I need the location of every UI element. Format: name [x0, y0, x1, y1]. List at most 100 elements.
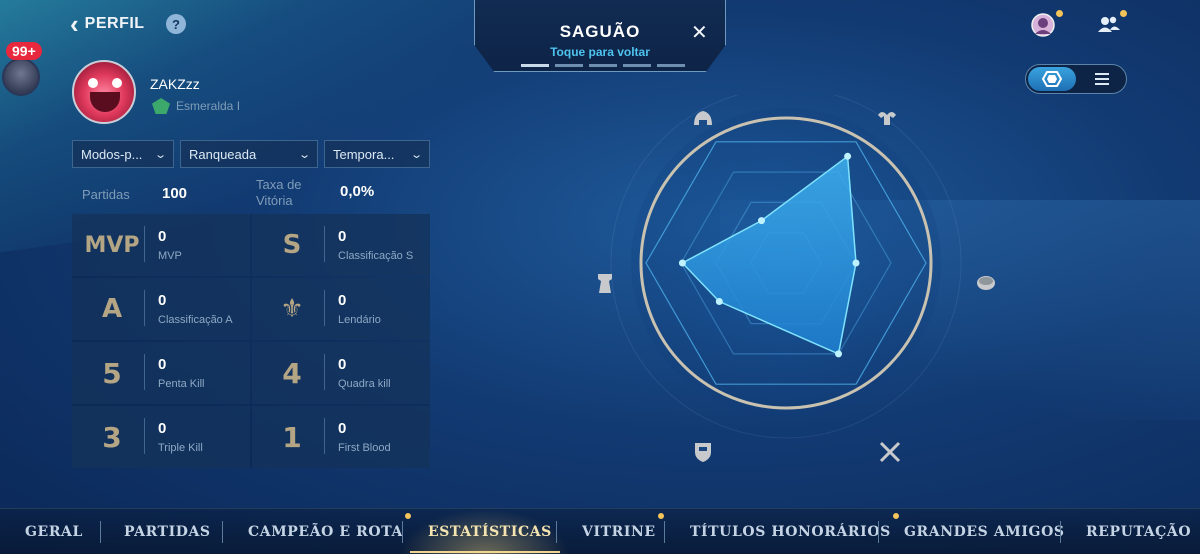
- rank-label: Esmeralda I: [176, 99, 241, 113]
- divider: [100, 521, 101, 543]
- divider: [144, 418, 145, 454]
- season-filter-dropdown[interactable]: Tempora... ⌄: [324, 140, 430, 168]
- s-rank-icon: S: [282, 230, 302, 260]
- winrate-value: 0,0%: [340, 183, 375, 200]
- friends-icon: [1098, 16, 1120, 32]
- dropdown-value: Tempora...: [333, 146, 395, 162]
- stat-value: 0: [338, 292, 347, 309]
- tab-label: VITRINE: [582, 524, 656, 540]
- stat-value: 0: [158, 292, 167, 309]
- stat-value: 0: [158, 356, 167, 373]
- dropdown-value: Ranqueada: [189, 146, 257, 162]
- divider: [402, 521, 403, 543]
- a-rank-icon: A: [101, 294, 123, 324]
- notification-avatar-button[interactable]: 99+: [0, 40, 44, 96]
- stat-triple-kill: 3 0 Triple Kill: [72, 406, 250, 468]
- lobby-title: SAGUÃO: [559, 22, 641, 41]
- winrate-label-line: Vitória: [256, 193, 293, 208]
- first-blood-icon: 1: [282, 420, 302, 454]
- back-label: PERFIL: [84, 15, 145, 32]
- stat-label: Quadra kill: [338, 378, 391, 390]
- progress-segment: [657, 64, 685, 67]
- matches-value: 100: [162, 185, 188, 202]
- avatar-eye: [112, 78, 122, 88]
- stat-legendary: ⚜ 0 Lendário: [252, 278, 430, 340]
- legendary-icon: ⚜: [280, 294, 304, 324]
- tab-label: GERAL: [25, 524, 83, 540]
- divider: [324, 354, 325, 390]
- stat-value: 0: [338, 420, 347, 437]
- tab-vitrine[interactable]: VITRINE: [582, 509, 664, 554]
- close-icon[interactable]: ✕: [691, 20, 708, 45]
- avatar: [2, 58, 40, 96]
- triple-kill-icon: 3: [102, 420, 122, 454]
- stat-penta-kill: 5 0 Penta Kill: [72, 342, 250, 404]
- stat-s-rank: S 0 Classificação S: [252, 214, 430, 276]
- tab-label: ESTATÍSTICAS: [428, 524, 552, 540]
- tower-icon: [598, 274, 612, 293]
- emerald-rank-icon: [152, 98, 170, 114]
- divider: [144, 354, 145, 390]
- stat-value: 0: [158, 420, 167, 437]
- rank-display: Esmeralda I: [152, 98, 240, 114]
- stat-label: Classificação A: [158, 314, 233, 326]
- radar-chart: [598, 95, 995, 463]
- progress-segment: [521, 64, 549, 67]
- tab-label: REPUTAÇÃO: [1086, 524, 1192, 540]
- lobby-subtitle: Toque para voltar: [550, 45, 650, 59]
- tab-titulos-honorarios[interactable]: TÍTULOS HONORÁRIOS: [690, 509, 899, 554]
- player-name: ZAKZzz: [150, 76, 200, 92]
- divider: [556, 521, 557, 543]
- help-icon[interactable]: ?: [166, 14, 186, 34]
- progress-segment: [589, 64, 617, 67]
- stat-label: Classificação S: [338, 250, 414, 262]
- shield-icon: [695, 443, 711, 462]
- radar-point: [852, 259, 860, 267]
- divider: [324, 290, 325, 326]
- winrate-label: Taxa de Vitória: [256, 177, 302, 209]
- tab-campeao-e-rota[interactable]: CAMPEÃO E ROTA: [248, 509, 411, 554]
- tab-label: CAMPEÃO E ROTA: [248, 524, 403, 540]
- avatar-eye: [88, 78, 98, 88]
- tab-geral[interactable]: GERAL: [25, 509, 83, 554]
- avatar-icon-button[interactable]: [1030, 10, 1063, 38]
- stat-label: MVP: [158, 250, 182, 262]
- radar-point: [678, 259, 686, 267]
- matches-label: Partidas: [82, 187, 130, 202]
- radar-view-toggle[interactable]: [1028, 67, 1076, 91]
- friends-button[interactable]: [1096, 10, 1127, 38]
- list-view-toggle[interactable]: [1078, 65, 1126, 93]
- penta-kill-icon: 5: [102, 356, 122, 390]
- stat-label: Triple Kill: [158, 442, 203, 454]
- lobby-return-banner[interactable]: SAGUÃO Toque para voltar ✕: [474, 0, 726, 72]
- chevron-down-icon: ⌄: [409, 148, 423, 161]
- tab-reputacao[interactable]: REPUTAÇÃO: [1086, 509, 1191, 554]
- chevron-left-icon: ‹: [70, 9, 79, 39]
- hexagon-icon: [1042, 71, 1062, 87]
- helmet-icon: [694, 111, 712, 125]
- tab-label: TÍTULOS HONORÁRIOS: [690, 524, 891, 540]
- tab-estatisticas[interactable]: ESTATÍSTICAS: [428, 509, 552, 554]
- radar-point: [835, 350, 842, 358]
- divider: [144, 290, 145, 326]
- avatar-mouth: [90, 92, 120, 112]
- stat-label: First Blood: [338, 442, 391, 454]
- profile-avatar[interactable]: [72, 60, 136, 124]
- back-button[interactable]: ‹ PERFIL: [70, 9, 145, 39]
- mvp-icon: MVP: [84, 232, 140, 258]
- tab-grandes-amigos[interactable]: GRANDES AMIGOS: [904, 509, 1065, 554]
- tab-partidas[interactable]: PARTIDAS: [124, 509, 211, 554]
- notification-dot: [1056, 10, 1063, 17]
- divider: [1060, 521, 1061, 543]
- mode-filter-dropdown[interactable]: Modos-p... ⌄: [72, 140, 174, 168]
- bottom-navigation: GERAL PARTIDAS CAMPEÃO E ROTA ESTATÍSTIC…: [0, 508, 1200, 554]
- divider: [222, 521, 223, 543]
- divider: [144, 226, 145, 262]
- view-toggle: [1025, 64, 1127, 94]
- stat-quadra-kill: 4 0 Quadra kill: [252, 342, 430, 404]
- tab-label: PARTIDAS: [124, 524, 211, 540]
- stat-value: 0: [338, 228, 347, 245]
- progress-segment: [555, 64, 583, 67]
- ram-icon: [878, 112, 896, 125]
- queue-filter-dropdown[interactable]: Ranqueada ⌄: [180, 140, 318, 168]
